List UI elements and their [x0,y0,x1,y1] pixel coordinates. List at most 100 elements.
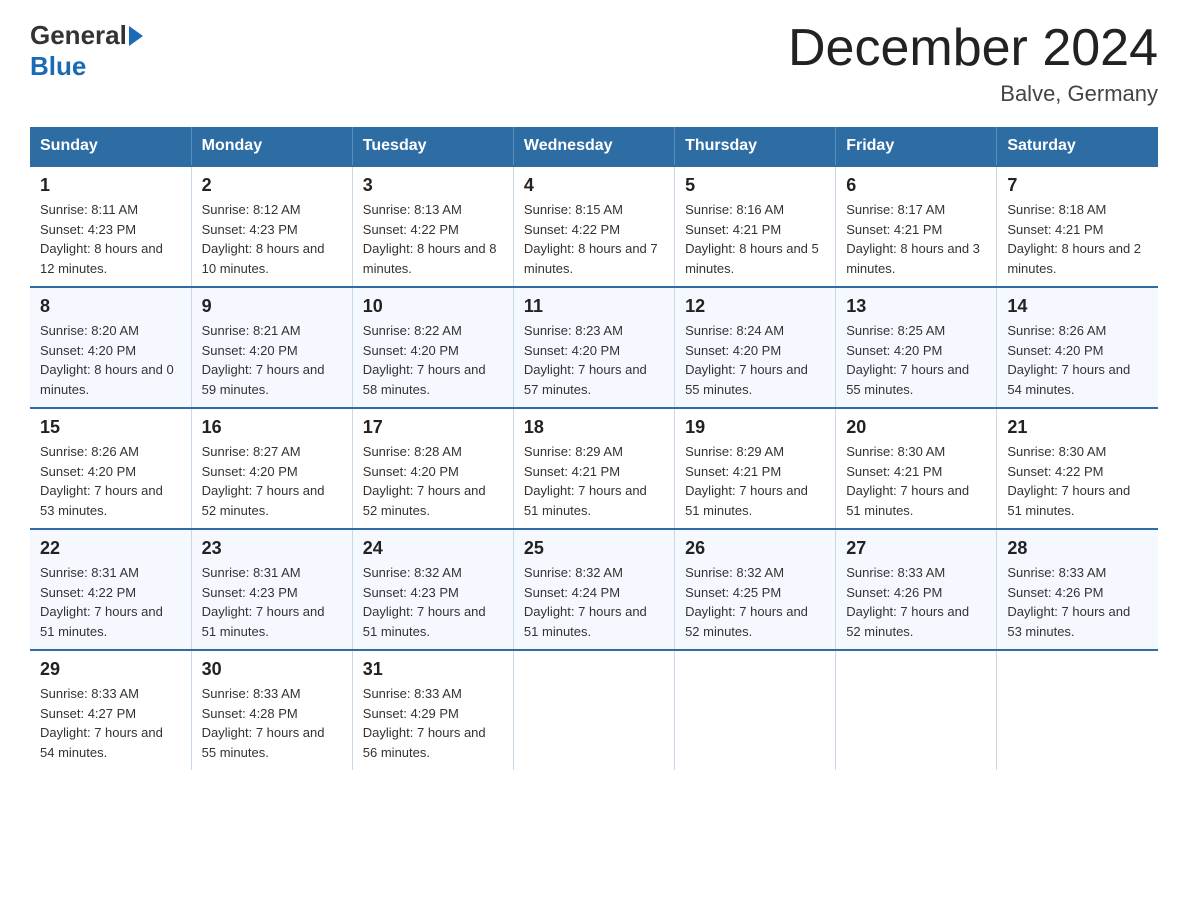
day-number: 20 [846,417,986,438]
calendar-cell: 27Sunrise: 8:33 AMSunset: 4:26 PMDayligh… [836,529,997,650]
day-number: 12 [685,296,825,317]
calendar-cell: 2 Sunrise: 8:12 AMSunset: 4:23 PMDaylight… [191,166,352,287]
calendar-cell: 29Sunrise: 8:33 AMSunset: 4:27 PMDayligh… [30,650,191,770]
calendar-cell: 28 Sunrise: 8:33 AMSunset: 4:26 PMDayligh… [997,529,1158,650]
day-number: 7 [1007,175,1148,196]
day-info: Sunrise: 8:33 AMSunset: 4:28 PMDaylight:… [202,684,342,762]
calendar-cell: 5 Sunrise: 8:16 AMSunset: 4:21 PMDaylight… [675,166,836,287]
calendar-cell: 12 Sunrise: 8:24 AMSunset: 4:20 PMDayligh… [675,287,836,408]
calendar-cell [836,650,997,770]
day-number: 16 [202,417,342,438]
calendar-cell: 31 Sunrise: 8:33 AMSunset: 4:29 PMDayligh… [352,650,513,770]
day-info: Sunrise: 8:27 AMSunset: 4:20 PMDaylight:… [202,442,342,520]
day-info: Sunrise: 8:29 AMSunset: 4:21 PMDaylight:… [685,442,825,520]
calendar-cell: 17 Sunrise: 8:28 AMSunset: 4:20 PMDayligh… [352,408,513,529]
day-info: Sunrise: 8:33 AMSunset: 4:26 PMDaylight:… [1007,563,1148,641]
calendar-cell [675,650,836,770]
day-info: Sunrise: 8:26 AMSunset: 4:20 PMDaylight:… [1007,321,1148,399]
day-info: Sunrise: 8:28 AMSunset: 4:20 PMDaylight:… [363,442,503,520]
day-number: 19 [685,417,825,438]
month-title: December 2024 [788,20,1158,77]
day-info: Sunrise: 8:32 AMSunset: 4:25 PMDaylight:… [685,563,825,641]
day-number: 13 [846,296,986,317]
week-row-5: 29Sunrise: 8:33 AMSunset: 4:27 PMDayligh… [30,650,1158,770]
day-number: 9 [202,296,342,317]
day-info: Sunrise: 8:31 AMSunset: 4:23 PMDaylight:… [202,563,342,641]
day-info: Sunrise: 8:29 AMSunset: 4:21 PMDaylight:… [524,442,664,520]
calendar-cell: 7Sunrise: 8:18 AMSunset: 4:21 PMDaylight… [997,166,1158,287]
logo: General Blue [30,20,145,82]
day-number: 25 [524,538,664,559]
header-row: SundayMondayTuesdayWednesdayThursdayFrid… [30,127,1158,166]
day-info: Sunrise: 8:21 AMSunset: 4:20 PMDaylight:… [202,321,342,399]
calendar-cell: 13 Sunrise: 8:25 AMSunset: 4:20 PMDayligh… [836,287,997,408]
logo-arrow-icon [129,26,143,46]
day-number: 11 [524,296,664,317]
day-info: Sunrise: 8:33 AMSunset: 4:26 PMDaylight:… [846,563,986,641]
day-info: Sunrise: 8:15 AMSunset: 4:22 PMDaylight:… [524,200,664,278]
day-info: Sunrise: 8:24 AMSunset: 4:20 PMDaylight:… [685,321,825,399]
day-number: 18 [524,417,664,438]
calendar-cell: 18 Sunrise: 8:29 AMSunset: 4:21 PMDayligh… [513,408,674,529]
location-text: Balve, Germany [788,81,1158,107]
header-friday: Friday [836,127,997,166]
week-row-4: 22Sunrise: 8:31 AMSunset: 4:22 PMDayligh… [30,529,1158,650]
calendar-cell: 23 Sunrise: 8:31 AMSunset: 4:23 PMDayligh… [191,529,352,650]
calendar-cell: 8Sunrise: 8:20 AMSunset: 4:20 PMDaylight… [30,287,191,408]
day-info: Sunrise: 8:23 AMSunset: 4:20 PMDaylight:… [524,321,664,399]
calendar-cell: 11 Sunrise: 8:23 AMSunset: 4:20 PMDayligh… [513,287,674,408]
day-info: Sunrise: 8:13 AMSunset: 4:22 PMDaylight:… [363,200,503,278]
calendar-cell: 21 Sunrise: 8:30 AMSunset: 4:22 PMDayligh… [997,408,1158,529]
header-saturday: Saturday [997,127,1158,166]
calendar-cell: 10 Sunrise: 8:22 AMSunset: 4:20 PMDayligh… [352,287,513,408]
logo-general-text: General [30,20,127,51]
day-number: 24 [363,538,503,559]
calendar-cell: 4 Sunrise: 8:15 AMSunset: 4:22 PMDaylight… [513,166,674,287]
header-wednesday: Wednesday [513,127,674,166]
calendar-cell: 3Sunrise: 8:13 AMSunset: 4:22 PMDaylight… [352,166,513,287]
day-info: Sunrise: 8:22 AMSunset: 4:20 PMDaylight:… [363,321,503,399]
calendar-cell: 9 Sunrise: 8:21 AMSunset: 4:20 PMDaylight… [191,287,352,408]
day-info: Sunrise: 8:32 AMSunset: 4:24 PMDaylight:… [524,563,664,641]
calendar-cell: 26 Sunrise: 8:32 AMSunset: 4:25 PMDayligh… [675,529,836,650]
day-info: Sunrise: 8:11 AMSunset: 4:23 PMDaylight:… [40,200,181,278]
day-number: 21 [1007,417,1148,438]
header-monday: Monday [191,127,352,166]
day-number: 10 [363,296,503,317]
day-number: 6 [846,175,986,196]
header-sunday: Sunday [30,127,191,166]
calendar-header: SundayMondayTuesdayWednesdayThursdayFrid… [30,127,1158,166]
calendar-cell: 14Sunrise: 8:26 AMSunset: 4:20 PMDayligh… [997,287,1158,408]
calendar-cell: 25 Sunrise: 8:32 AMSunset: 4:24 PMDayligh… [513,529,674,650]
week-row-1: 1 Sunrise: 8:11 AMSunset: 4:23 PMDaylight… [30,166,1158,287]
day-number: 22 [40,538,181,559]
header-tuesday: Tuesday [352,127,513,166]
day-number: 17 [363,417,503,438]
day-number: 23 [202,538,342,559]
day-info: Sunrise: 8:33 AMSunset: 4:29 PMDaylight:… [363,684,503,762]
day-number: 28 [1007,538,1148,559]
calendar-cell: 6 Sunrise: 8:17 AMSunset: 4:21 PMDaylight… [836,166,997,287]
day-number: 2 [202,175,342,196]
day-number: 1 [40,175,181,196]
header-thursday: Thursday [675,127,836,166]
day-info: Sunrise: 8:30 AMSunset: 4:22 PMDaylight:… [1007,442,1148,520]
calendar-table: SundayMondayTuesdayWednesdayThursdayFrid… [30,127,1158,770]
day-number: 8 [40,296,181,317]
day-number: 5 [685,175,825,196]
day-number: 4 [524,175,664,196]
day-number: 31 [363,659,503,680]
logo-blue-text: Blue [30,51,86,82]
day-info: Sunrise: 8:12 AMSunset: 4:23 PMDaylight:… [202,200,342,278]
day-number: 30 [202,659,342,680]
page-header: General Blue December 2024 Balve, German… [30,20,1158,107]
day-number: 29 [40,659,181,680]
calendar-cell [997,650,1158,770]
calendar-cell [513,650,674,770]
day-info: Sunrise: 8:25 AMSunset: 4:20 PMDaylight:… [846,321,986,399]
day-number: 26 [685,538,825,559]
calendar-cell: 19 Sunrise: 8:29 AMSunset: 4:21 PMDayligh… [675,408,836,529]
day-info: Sunrise: 8:17 AMSunset: 4:21 PMDaylight:… [846,200,986,278]
day-info: Sunrise: 8:26 AMSunset: 4:20 PMDaylight:… [40,442,181,520]
day-info: Sunrise: 8:16 AMSunset: 4:21 PMDaylight:… [685,200,825,278]
